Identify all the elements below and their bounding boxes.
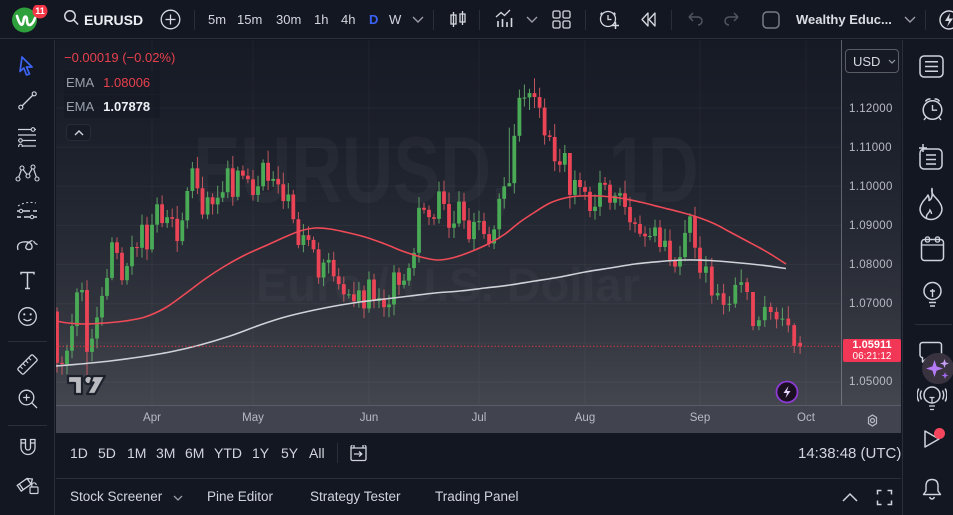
svg-text:11: 11 bbox=[35, 6, 45, 16]
